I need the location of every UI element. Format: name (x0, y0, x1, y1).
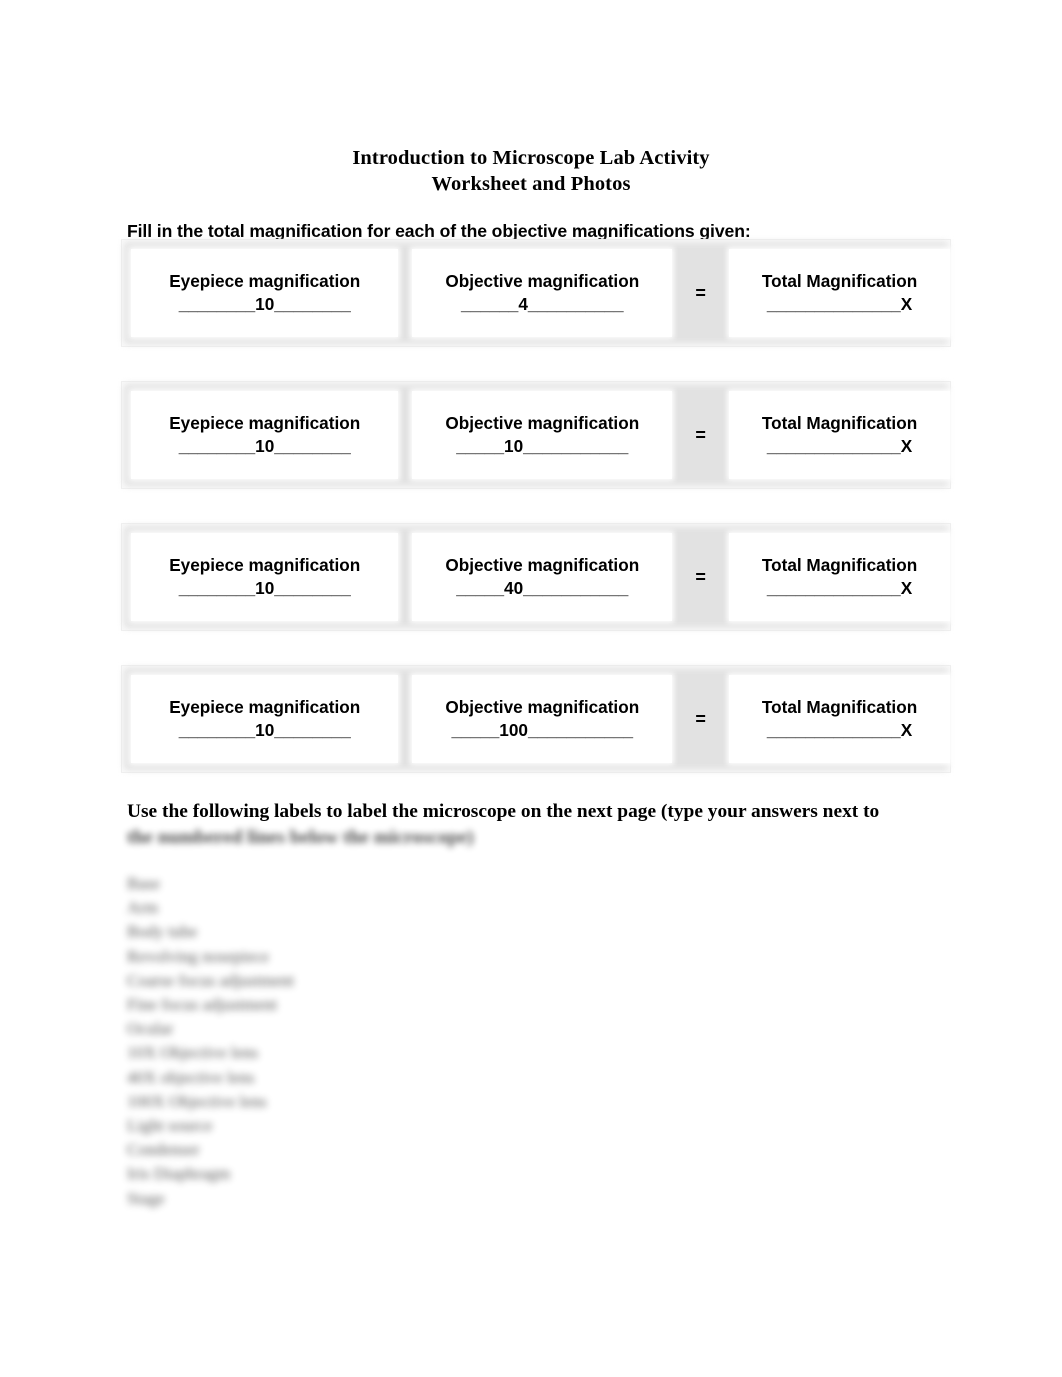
title-line-1: Introduction to Microscope Lab Activity (352, 147, 710, 169)
microscope-labels-list: Base Arm Body tube Revolving nosepiece C… (127, 872, 647, 1211)
list-item: Revolving nosepiece (127, 946, 270, 966)
list-item: 40X objective lens (127, 1067, 255, 1087)
labels-instruction-line-2: the numbered lines below the microscope) (127, 827, 474, 848)
objective-magnification-cell: Objective magnification _____10_________… (412, 391, 673, 479)
total-value[interactable]: ______________X (767, 719, 912, 742)
eyepiece-label: Eyepiece magnification (169, 555, 361, 575)
worksheet-page: Introduction to Microscope Lab Activity … (0, 0, 1062, 1377)
list-item: 10X Objective lens (127, 1043, 259, 1063)
list-item: Condenser (127, 1140, 200, 1160)
list-item: Base (127, 874, 161, 893)
list-item: Fine focus adjustment (127, 995, 278, 1015)
list-item: Ocular (127, 1019, 174, 1039)
eyepiece-magnification-cell: Eyepiece magnification ________10_______… (131, 675, 399, 763)
objective-label: Objective magnification (445, 555, 640, 575)
eyepiece-magnification-cell: Eyepiece magnification ________10_______… (131, 533, 399, 621)
equals-cell: = (684, 249, 717, 337)
eyepiece-value[interactable]: ________10________ (179, 435, 351, 458)
total-value[interactable]: ______________X (767, 577, 912, 600)
magnification-table: Eyepiece magnification ________10_______… (122, 240, 950, 772)
equals-sign: = (695, 424, 706, 445)
eyepiece-magnification-cell: Eyepiece magnification ________10_______… (131, 249, 399, 337)
list-item: 100X Objective lens (127, 1091, 267, 1111)
objective-magnification-cell: Objective magnification ______4_________… (412, 249, 673, 337)
total-label: Total Magnification (761, 697, 918, 717)
objective-value[interactable]: _____10___________ (456, 435, 628, 458)
table-row: Eyepiece magnification ________10_______… (122, 382, 950, 488)
objective-label: Objective magnification (445, 271, 640, 291)
total-label: Total Magnification (761, 271, 918, 291)
total-label: Total Magnification (761, 555, 918, 575)
eyepiece-value[interactable]: ________10________ (179, 293, 351, 316)
eyepiece-label: Eyepiece magnification (169, 271, 361, 291)
equals-sign: = (695, 708, 706, 729)
total-value[interactable]: ______________X (767, 293, 912, 316)
objective-value[interactable]: ______4__________ (461, 293, 624, 316)
equals-sign: = (695, 566, 706, 587)
instruction-text: Fill in the total magnification for each… (127, 221, 751, 241)
objective-label: Objective magnification (445, 413, 640, 433)
objective-magnification-cell: Objective magnification _____40_________… (412, 533, 673, 621)
equals-cell: = (684, 533, 717, 621)
eyepiece-magnification-cell: Eyepiece magnification ________10_______… (131, 391, 399, 479)
equals-cell: = (684, 391, 717, 479)
total-magnification-cell: Total Magnification ______________X (729, 249, 950, 337)
total-label: Total Magnification (761, 413, 918, 433)
eyepiece-value[interactable]: ________10________ (179, 719, 351, 742)
eyepiece-label: Eyepiece magnification (169, 413, 361, 433)
objective-value[interactable]: _____100___________ (451, 719, 633, 742)
objective-value[interactable]: _____40___________ (456, 577, 628, 600)
total-magnification-cell: Total Magnification ______________X (729, 391, 950, 479)
objective-magnification-cell: Objective magnification _____100________… (412, 675, 673, 763)
table-row: Eyepiece magnification ________10_______… (122, 240, 950, 346)
list-item: Coarse focus adjustment (127, 970, 295, 990)
labels-instruction: Use the following labels to label the mi… (127, 799, 957, 851)
table-row: Eyepiece magnification ________10_______… (122, 666, 950, 772)
eyepiece-label: Eyepiece magnification (169, 697, 361, 717)
page-title: Introduction to Microscope Lab Activity … (0, 146, 1062, 197)
total-value[interactable]: ______________X (767, 435, 912, 458)
list-item: Body tube (127, 922, 198, 942)
labels-instruction-line-1: Use the following labels to label the mi… (127, 801, 880, 822)
table-row: Eyepiece magnification ________10_______… (122, 524, 950, 630)
title-line-2: Worksheet and Photos (431, 172, 631, 195)
list-item: Light source (127, 1116, 213, 1136)
total-magnification-cell: Total Magnification ______________X (729, 675, 950, 763)
eyepiece-value[interactable]: ________10________ (179, 577, 351, 600)
equals-sign: = (695, 282, 706, 303)
equals-cell: = (684, 675, 717, 763)
list-item: Stage (127, 1188, 165, 1208)
list-item: Arm (127, 898, 159, 918)
objective-label: Objective magnification (445, 697, 640, 717)
list-item: Iris Diaphragm (127, 1164, 231, 1184)
total-magnification-cell: Total Magnification ______________X (729, 533, 950, 621)
